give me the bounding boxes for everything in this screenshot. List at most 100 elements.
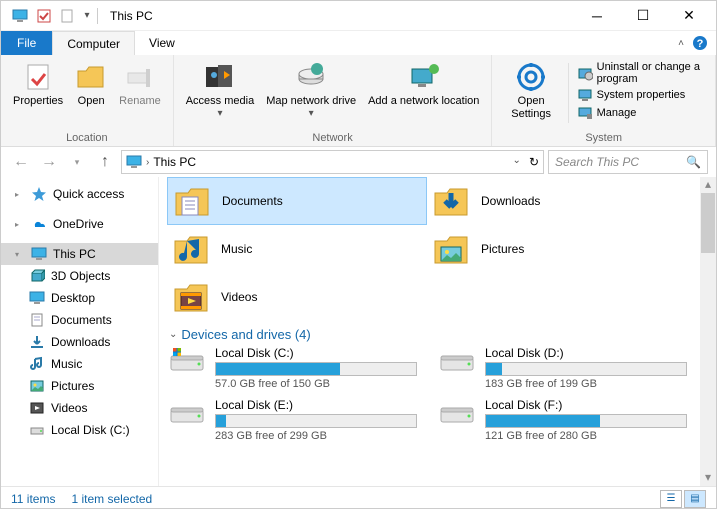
recent-dropdown-icon[interactable]: ▾ — [65, 150, 89, 174]
open-settings-button[interactable]: Open Settings — [498, 59, 563, 123]
statusbar: 11 items 1 item selected ☰ ▤ — [1, 486, 716, 510]
search-input[interactable]: Search This PC 🔍 — [548, 150, 708, 174]
drive-item[interactable]: Local Disk (E:) 283 GB free of 299 GB — [167, 398, 417, 442]
sidebar-thispc[interactable]: ▾This PC — [1, 243, 158, 265]
sidebar-item-3d-objects[interactable]: 3D Objects — [1, 265, 158, 287]
folder-item-pictures[interactable]: Pictures — [427, 225, 687, 273]
sidebar-item-music[interactable]: Music — [1, 353, 158, 375]
qat-properties-icon[interactable] — [33, 5, 55, 27]
qat-thispc-icon[interactable] — [9, 5, 31, 27]
folder-item-documents[interactable]: Documents — [167, 177, 427, 225]
qat-newfolder-icon[interactable] — [57, 5, 79, 27]
properties-button[interactable]: Properties — [7, 59, 69, 110]
svg-text:?: ? — [697, 38, 704, 50]
forward-button[interactable]: → — [37, 150, 61, 174]
drive-icon — [167, 398, 207, 430]
access-media-button[interactable]: Access media▾ — [180, 59, 260, 122]
ribbon-tabs: File Computer View ˄ ? — [1, 31, 716, 55]
folder-item-music[interactable]: Music — [167, 225, 427, 273]
folder-icon — [29, 378, 45, 394]
manage-button[interactable]: Manage — [577, 105, 705, 121]
scrollbar[interactable]: ▴▾ — [700, 177, 716, 486]
uninstall-program-button[interactable]: Uninstall or change a program — [577, 61, 705, 85]
sidebar-item-videos[interactable]: Videos — [1, 397, 158, 419]
drive-capacity-bar — [485, 414, 687, 428]
music-folder-icon — [171, 229, 211, 269]
system-group-label: System — [585, 132, 622, 144]
up-button[interactable]: ↑ — [93, 150, 117, 174]
drive-free-text: 283 GB free of 299 GB — [215, 430, 417, 442]
folder-icon — [29, 268, 45, 284]
network-group-label: Network — [312, 132, 352, 144]
sidebar-onedrive[interactable]: ▸OneDrive — [1, 213, 158, 235]
close-button[interactable]: ✕ — [666, 1, 712, 31]
drive-icon — [437, 346, 477, 378]
location-group-label: Location — [66, 132, 108, 144]
ribbon: Properties Open Rename Location Access m… — [1, 55, 716, 147]
rename-button[interactable]: Rename — [113, 59, 167, 110]
qat-dropdown-icon[interactable]: ▾ — [81, 5, 93, 27]
folder-icon — [29, 334, 45, 350]
drive-icon — [167, 346, 207, 378]
folder-icon — [29, 422, 45, 438]
drive-free-text: 183 GB free of 199 GB — [485, 378, 687, 390]
downloads-folder-icon — [431, 181, 471, 221]
file-tab[interactable]: File — [1, 31, 52, 55]
chevron-right-icon[interactable]: › — [146, 157, 149, 168]
back-button[interactable]: ← — [9, 150, 33, 174]
navbar: ← → ▾ ↑ › This PC ⌄ ↻ Search This PC 🔍 — [1, 147, 716, 177]
sidebar-item-pictures[interactable]: Pictures — [1, 375, 158, 397]
drive-capacity-bar — [215, 362, 417, 376]
address-dropdown-icon[interactable]: ⌄ — [513, 155, 521, 169]
open-button[interactable]: Open — [69, 59, 113, 110]
sidebar-item-local-disk-c-[interactable]: Local Disk (C:) — [1, 419, 158, 441]
drive-name: Local Disk (F:) — [485, 398, 687, 412]
window-title: This PC — [110, 9, 153, 23]
drive-item[interactable]: Local Disk (F:) 121 GB free of 280 GB — [437, 398, 687, 442]
system-properties-button[interactable]: System properties — [577, 87, 705, 103]
folder-item-videos[interactable]: Videos — [167, 273, 427, 321]
titlebar: ▾ This PC ─ ☐ ✕ — [1, 1, 716, 31]
status-item-count: 11 items — [11, 492, 55, 506]
minimize-button[interactable]: ─ — [574, 1, 620, 31]
drive-item[interactable]: Local Disk (C:) 57.0 GB free of 150 GB — [167, 346, 417, 390]
view-tiles-button[interactable]: ▤ — [684, 490, 706, 508]
drive-name: Local Disk (D:) — [485, 346, 687, 360]
drive-capacity-bar — [215, 414, 417, 428]
map-drive-button[interactable]: Map network drive▾ — [260, 59, 362, 122]
status-selection: 1 item selected — [71, 492, 152, 506]
drive-icon — [437, 398, 477, 430]
refresh-icon[interactable]: ↻ — [529, 155, 539, 169]
sidebar-item-downloads[interactable]: Downloads — [1, 331, 158, 353]
videos-folder-icon — [171, 277, 211, 317]
drive-free-text: 121 GB free of 280 GB — [485, 430, 687, 442]
search-icon[interactable]: 🔍 — [686, 155, 701, 169]
devices-section-header[interactable]: ⌄Devices and drives (4) — [169, 327, 708, 342]
address-text: This PC — [153, 155, 196, 169]
folder-icon — [29, 356, 45, 372]
maximize-button[interactable]: ☐ — [620, 1, 666, 31]
view-tab[interactable]: View — [135, 31, 189, 55]
sidebar-item-desktop[interactable]: Desktop — [1, 287, 158, 309]
help-icon[interactable]: ? — [692, 35, 708, 51]
folder-icon — [29, 290, 45, 306]
ribbon-collapse-icon[interactable]: ˄ — [678, 38, 684, 49]
navigation-pane: ▸Quick access ▸OneDrive ▾This PC 3D Obje… — [1, 177, 159, 486]
drive-item[interactable]: Local Disk (D:) 183 GB free of 199 GB — [437, 346, 687, 390]
view-details-button[interactable]: ☰ — [660, 490, 682, 508]
thispc-icon — [126, 154, 142, 170]
sidebar-item-documents[interactable]: Documents — [1, 309, 158, 331]
sidebar-quick-access[interactable]: ▸Quick access — [1, 183, 158, 205]
folder-item-downloads[interactable]: Downloads — [427, 177, 687, 225]
folder-icon — [29, 312, 45, 328]
folder-icon — [29, 400, 45, 416]
pictures-folder-icon — [431, 229, 471, 269]
content-pane: DocumentsDownloadsMusicPicturesVideos ⌄D… — [159, 177, 716, 486]
add-network-location-button[interactable]: Add a network location — [362, 59, 485, 110]
drive-capacity-bar — [485, 362, 687, 376]
computer-tab[interactable]: Computer — [52, 31, 135, 55]
drive-name: Local Disk (C:) — [215, 346, 417, 360]
drive-name: Local Disk (E:) — [215, 398, 417, 412]
drive-free-text: 57.0 GB free of 150 GB — [215, 378, 417, 390]
address-bar[interactable]: › This PC ⌄ ↻ — [121, 150, 544, 174]
